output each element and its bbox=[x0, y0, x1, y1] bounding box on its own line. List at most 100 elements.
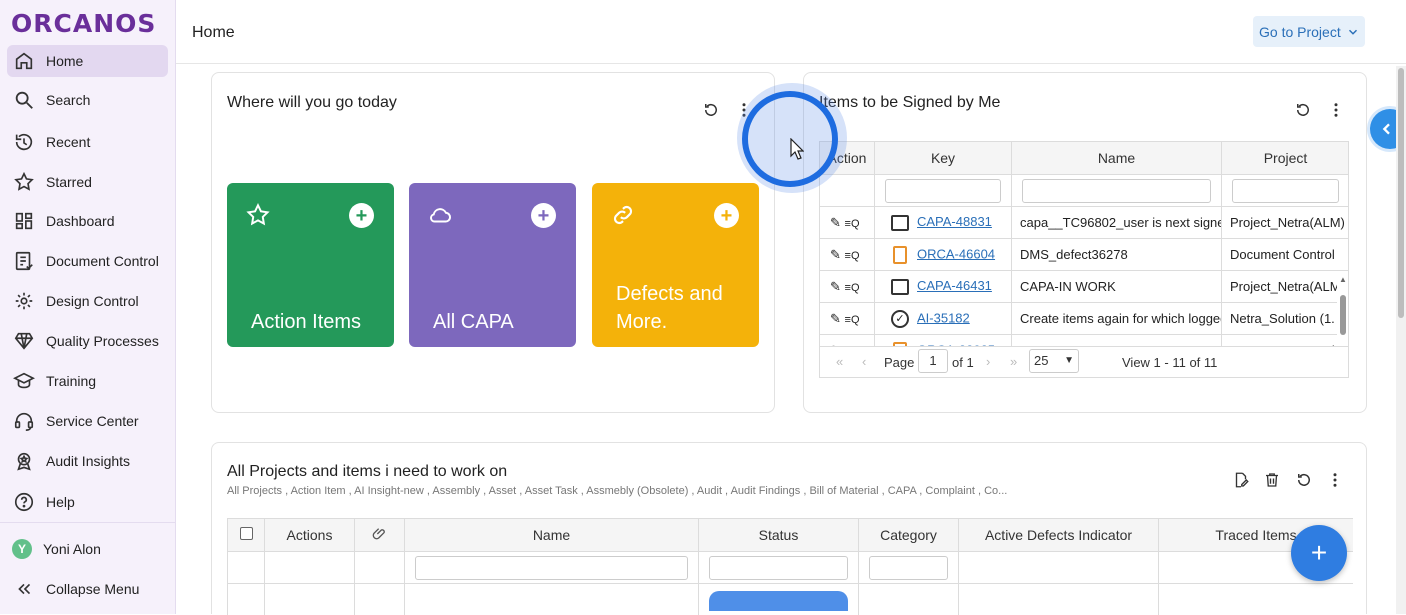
table-row[interactable]: ✎ ≡Q ORCA-46604 DMS_defect36278 Document… bbox=[820, 239, 1350, 271]
sidebar-item-recent[interactable]: Recent bbox=[7, 126, 168, 158]
sidebar-item-design-control[interactable]: Design Control bbox=[7, 285, 168, 317]
edit-document-icon bbox=[1232, 471, 1250, 489]
add-item-fab[interactable]: + bbox=[1291, 525, 1347, 581]
details-icon[interactable]: ≡Q bbox=[845, 314, 860, 326]
details-icon[interactable]: ≡Q bbox=[845, 218, 860, 230]
edit-icon[interactable]: ✎ bbox=[830, 279, 841, 294]
edit-icon[interactable]: ✎ bbox=[830, 311, 841, 326]
category-filter-input[interactable] bbox=[869, 556, 948, 580]
tile-all-capa[interactable]: + All CAPA bbox=[409, 183, 576, 347]
sidebar-item-home[interactable]: Home bbox=[7, 45, 168, 77]
filter-cell bbox=[699, 552, 859, 584]
scroll-up-icon[interactable]: ▲ bbox=[1339, 275, 1347, 284]
capa-icon bbox=[891, 279, 909, 295]
signed-pager: « ‹ Page 1 of 1 › » 25▼ View 1 - 11 of 1… bbox=[819, 347, 1349, 378]
filter-cell bbox=[405, 552, 699, 584]
sidebar-item-audit-insights[interactable]: Audit Insights bbox=[7, 445, 168, 477]
add-capa-button[interactable]: + bbox=[531, 203, 556, 228]
table-row[interactable]: ✎ ≡Q CAPA-46431 CAPA-IN WORK Project_Net… bbox=[820, 271, 1350, 303]
column-header[interactable]: Status bbox=[699, 519, 859, 552]
refresh-button[interactable] bbox=[1294, 470, 1314, 490]
first-page-button[interactable]: « bbox=[836, 354, 843, 369]
go-to-project-button[interactable]: Go to Project bbox=[1253, 16, 1365, 47]
table-row[interactable]: ✎ ≡Q ORCA-33025 test Document Control bbox=[820, 335, 1350, 348]
avatar[interactable]: Y bbox=[12, 539, 32, 559]
sidebar-item-search[interactable]: Search bbox=[7, 84, 168, 116]
sidebar-item-document-control[interactable]: Document Control bbox=[7, 245, 168, 277]
orcanos-logo[interactable]: ORCANOS bbox=[11, 9, 156, 38]
signed-card-title: Items to be Signed by Me bbox=[819, 94, 1000, 112]
column-header[interactable] bbox=[355, 519, 405, 552]
column-header[interactable]: Key bbox=[875, 142, 1012, 175]
collapse-menu-button[interactable]: Collapse Menu bbox=[7, 573, 168, 605]
item-key-link[interactable]: CAPA-46431 bbox=[917, 278, 992, 293]
sidebar: ORCANOS Home Search Recent Starred Dashb… bbox=[0, 0, 176, 614]
projects-card-subtitle: All Projects , Action Item , AI Insight-… bbox=[227, 485, 1007, 497]
user-name[interactable]: Yoni Alon bbox=[43, 541, 101, 557]
edit-icon[interactable]: ✎ bbox=[830, 247, 841, 262]
sidebar-item-training[interactable]: Training bbox=[7, 365, 168, 397]
details-icon[interactable]: ≡Q bbox=[845, 250, 860, 262]
edit-icon[interactable]: ✎ bbox=[830, 215, 841, 230]
table-row[interactable] bbox=[228, 584, 1354, 615]
more-options-button[interactable] bbox=[1326, 100, 1346, 120]
select-all-checkbox[interactable] bbox=[240, 527, 253, 540]
export-button[interactable] bbox=[1231, 470, 1251, 490]
help-icon bbox=[13, 491, 35, 513]
sidebar-item-dashboard[interactable]: Dashboard bbox=[7, 205, 168, 237]
project-filter-input[interactable] bbox=[1232, 179, 1339, 203]
more-options-button[interactable] bbox=[1325, 470, 1345, 490]
next-page-button[interactable]: › bbox=[986, 354, 990, 369]
table-cell bbox=[355, 584, 405, 615]
prev-page-button[interactable]: ‹ bbox=[862, 354, 866, 369]
add-defect-button[interactable]: + bbox=[714, 203, 739, 228]
scrollbar-thumb[interactable] bbox=[1340, 295, 1346, 335]
page-title: Home bbox=[192, 24, 235, 42]
project-cell: Document Control bbox=[1222, 239, 1350, 271]
scrollbar-thumb[interactable] bbox=[1398, 68, 1404, 318]
column-header[interactable]: Category bbox=[859, 519, 959, 552]
top-bar: Home Go to Project bbox=[176, 0, 1406, 64]
add-action-item-button[interactable]: + bbox=[349, 203, 374, 228]
sidebar-item-quality-processes[interactable]: Quality Processes bbox=[7, 325, 168, 357]
column-header[interactable]: Name bbox=[405, 519, 699, 552]
table-cell bbox=[1159, 584, 1354, 615]
delete-button[interactable] bbox=[1262, 470, 1282, 490]
tile-action-items[interactable]: + Action Items bbox=[227, 183, 394, 347]
table-row[interactable]: ✎ ≡Q CAPA-48831 capa__TC96802_user is ne… bbox=[820, 207, 1350, 239]
status-filter-input[interactable] bbox=[709, 556, 848, 580]
trash-icon bbox=[1263, 471, 1281, 489]
sidebar-item-label: Recent bbox=[46, 134, 90, 150]
tile-label: Action Items bbox=[251, 308, 361, 336]
item-key-link[interactable]: ORCA-46604 bbox=[917, 246, 995, 261]
page-scrollbar[interactable] bbox=[1396, 66, 1406, 614]
page-size-select[interactable]: 25▼ bbox=[1029, 349, 1079, 373]
row-actions: ✎ ≡Q bbox=[820, 271, 875, 303]
page-number-input[interactable]: 1 bbox=[918, 349, 948, 373]
sidebar-item-label: Dashboard bbox=[46, 213, 115, 229]
diamond-icon bbox=[13, 330, 35, 352]
item-key-link[interactable]: AI-35182 bbox=[917, 310, 970, 325]
name-filter-input[interactable] bbox=[1022, 179, 1211, 203]
sidebar-item-service-center[interactable]: Service Center bbox=[7, 405, 168, 437]
sidebar-item-starred[interactable]: Starred bbox=[7, 166, 168, 198]
item-key-link[interactable]: CAPA-48831 bbox=[917, 214, 992, 229]
column-header[interactable]: Actions bbox=[265, 519, 355, 552]
refresh-button[interactable] bbox=[701, 100, 721, 120]
column-header[interactable]: Active Defects Indicator bbox=[959, 519, 1159, 552]
column-header[interactable]: Project bbox=[1222, 142, 1350, 175]
key-filter-input[interactable] bbox=[885, 179, 1001, 203]
where-card-title: Where will you go today bbox=[227, 94, 397, 112]
last-page-button[interactable]: » bbox=[1010, 354, 1017, 369]
tile-defects-and-more[interactable]: + Defects and More. bbox=[592, 183, 759, 347]
document-icon bbox=[893, 246, 907, 264]
details-icon[interactable]: ≡Q bbox=[845, 282, 860, 294]
name-filter-input[interactable] bbox=[415, 556, 688, 580]
go-to-project-label: Go to Project bbox=[1259, 24, 1341, 40]
refresh-button[interactable] bbox=[1293, 100, 1313, 120]
grid-scrollbar[interactable]: ▲ bbox=[1337, 277, 1349, 347]
sidebar-item-help[interactable]: Help bbox=[7, 486, 168, 518]
star-icon bbox=[13, 171, 35, 193]
column-header[interactable]: Name bbox=[1012, 142, 1222, 175]
table-row[interactable]: ✎ ≡Q ✓AI-35182 Create items again for wh… bbox=[820, 303, 1350, 335]
